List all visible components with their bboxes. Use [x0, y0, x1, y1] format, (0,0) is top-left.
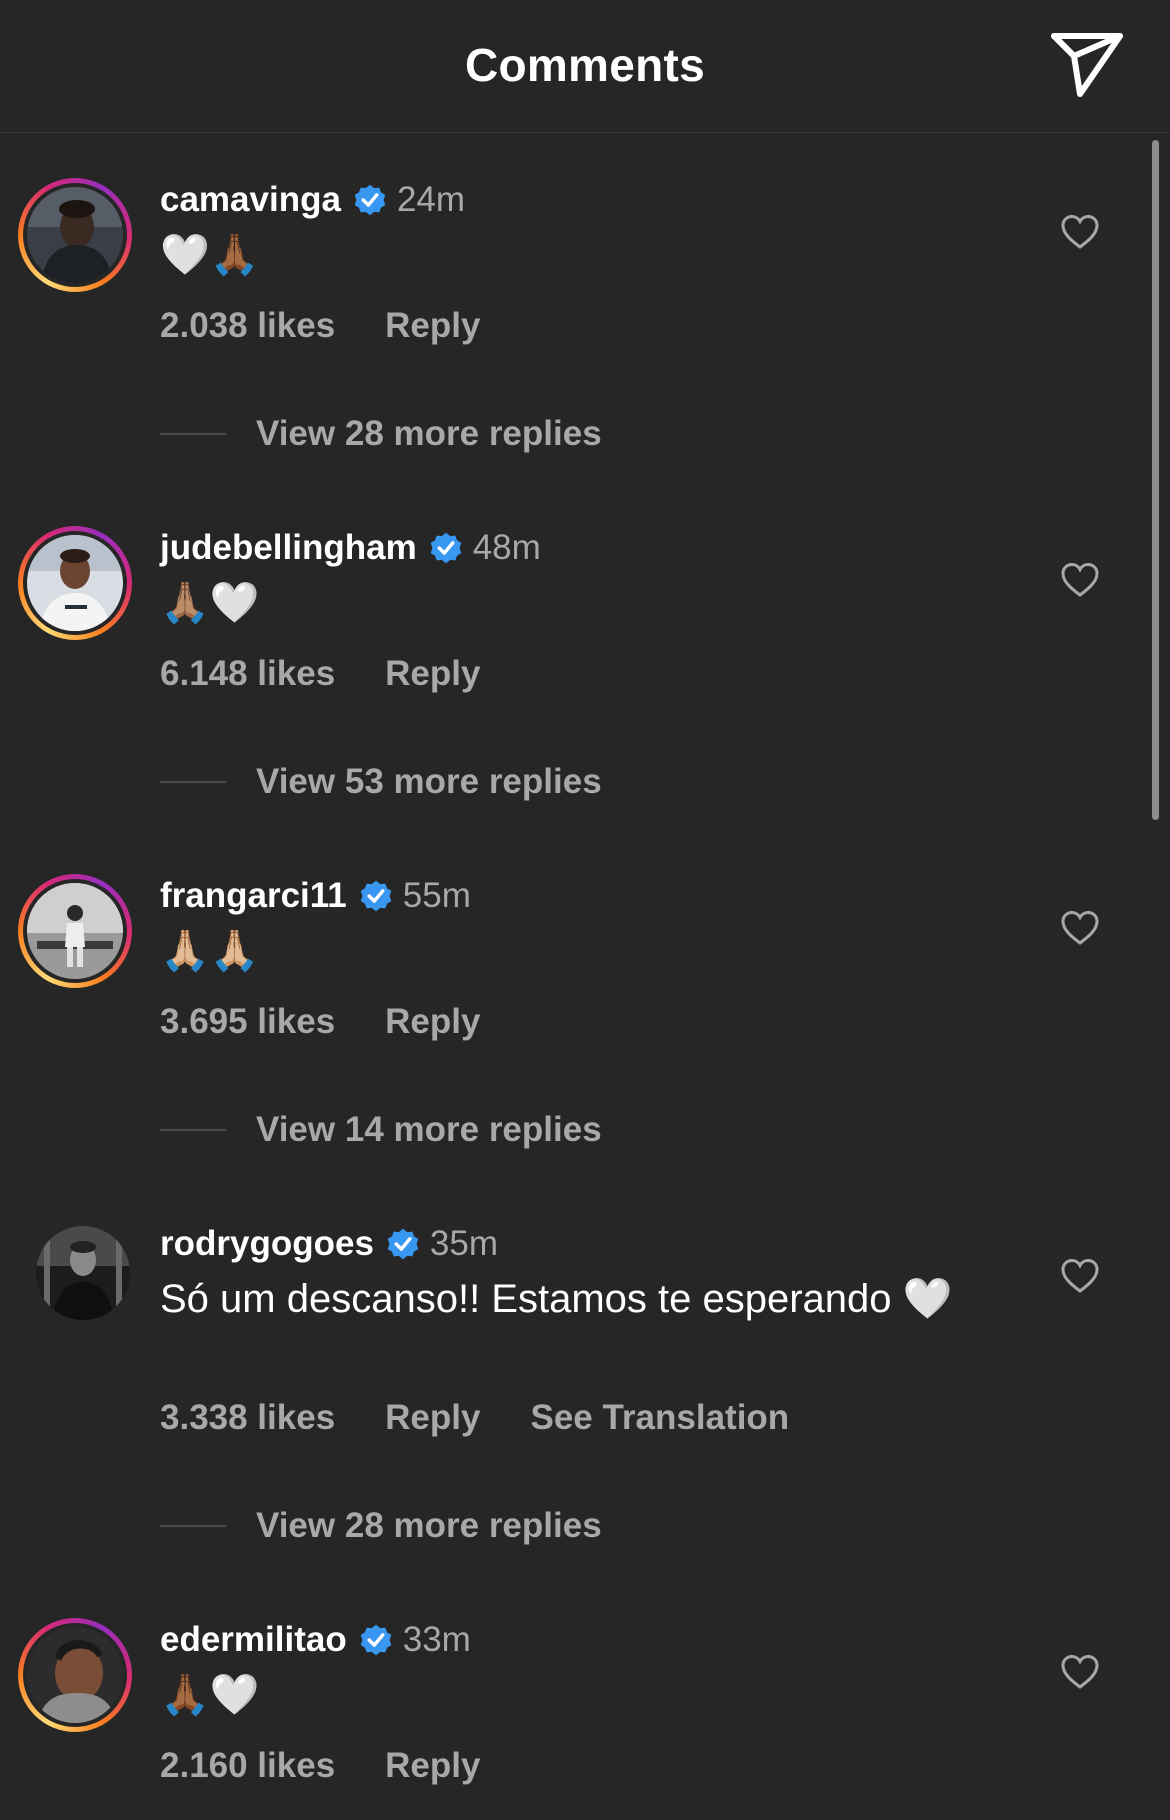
comment-header: camavinga 24m	[160, 178, 465, 222]
comment-item: edermilitao 33m 🙏🏾🤍 2.160 likes Reply	[0, 1618, 1140, 1818]
username[interactable]: frangarci11	[160, 876, 347, 916]
comment-item: rodrygogoes 35m Só um descanso!! Estamos…	[0, 1222, 1140, 1582]
story-ring[interactable]	[18, 178, 132, 292]
comment-actions: 2.160 likes Reply	[160, 1746, 530, 1786]
story-ring[interactable]	[18, 1618, 132, 1732]
verified-badge-icon	[354, 184, 386, 216]
view-replies-button[interactable]: View 28 more replies	[160, 1506, 602, 1546]
likes-count[interactable]: 6.148 likes	[160, 654, 335, 694]
view-replies-button[interactable]: View 53 more replies	[160, 762, 602, 802]
comment-text: 🤍🙏🏾	[160, 233, 260, 277]
comment-actions: 3.695 likes Reply	[160, 1002, 530, 1042]
reply-button[interactable]: Reply	[385, 654, 480, 694]
view-replies-label[interactable]: View 53 more replies	[256, 762, 602, 802]
reply-thread-line	[160, 1525, 226, 1527]
avatar[interactable]	[27, 883, 123, 979]
likes-count[interactable]: 3.695 likes	[160, 1002, 335, 1042]
reply-thread-line	[160, 433, 226, 435]
comment-header: edermilitao 33m	[160, 1618, 471, 1662]
reply-button[interactable]: Reply	[385, 306, 480, 346]
username[interactable]: camavinga	[160, 180, 341, 220]
reply-thread-line	[160, 781, 226, 783]
comment-item: camavinga 24m 🤍🙏🏾 2.038 likes Reply View…	[0, 178, 1140, 478]
view-replies-button[interactable]: View 14 more replies	[160, 1110, 602, 1150]
paper-plane-icon[interactable]	[1050, 30, 1126, 100]
comment-actions: 3.338 likes Reply See Translation	[160, 1398, 839, 1438]
reply-thread-line	[160, 1129, 226, 1131]
username[interactable]: judebellingham	[160, 528, 417, 568]
comment-time: 35m	[429, 1224, 499, 1263]
comment-time: 24m	[396, 180, 466, 219]
comment-text: 🙏🏽🤍	[160, 581, 260, 625]
comment-header: rodrygogoes 35m	[160, 1222, 498, 1266]
verified-badge-icon	[360, 1624, 392, 1656]
comment-text: Só um descanso!! Estamos te esperando 🤍	[160, 1277, 953, 1321]
view-replies-label[interactable]: View 14 more replies	[256, 1110, 602, 1150]
likes-count[interactable]: 2.160 likes	[160, 1746, 335, 1786]
avatar[interactable]	[27, 187, 123, 283]
comment-actions: 2.038 likes Reply	[160, 306, 530, 346]
page-title: Comments	[464, 39, 706, 91]
comment-actions: 6.148 likes Reply	[160, 654, 530, 694]
heart-icon[interactable]	[1060, 562, 1100, 598]
verified-badge-icon	[430, 532, 462, 564]
username[interactable]: rodrygogoes	[160, 1224, 374, 1264]
comment-header: frangarci11 55m	[160, 874, 471, 918]
comment-time: 55m	[402, 876, 471, 915]
comment-header: judebellingham 48m	[160, 526, 541, 570]
comment-text: 🙏🏾🤍	[160, 1673, 260, 1717]
comment-text: 🙏🏼🙏🏼	[160, 929, 260, 973]
comment-item: frangarci11 55m 🙏🏼🙏🏼 3.695 likes Reply V…	[0, 874, 1140, 1174]
reply-button[interactable]: Reply	[385, 1398, 480, 1438]
verified-badge-icon	[360, 880, 392, 912]
heart-icon[interactable]	[1060, 1258, 1100, 1294]
see-translation-button[interactable]: See Translation	[530, 1398, 789, 1438]
view-replies-label[interactable]: View 28 more replies	[256, 414, 602, 454]
story-ring[interactable]	[18, 526, 132, 640]
comment-item: judebellingham 48m 🙏🏽🤍 6.148 likes Reply…	[0, 526, 1140, 826]
username[interactable]: edermilitao	[160, 1620, 347, 1660]
view-replies-label[interactable]: View 28 more replies	[256, 1506, 602, 1546]
likes-count[interactable]: 2.038 likes	[160, 306, 335, 346]
header-bar: Comments	[0, 0, 1170, 133]
heart-icon[interactable]	[1060, 910, 1100, 946]
view-replies-button[interactable]: View 28 more replies	[160, 414, 602, 454]
avatar[interactable]	[36, 1226, 130, 1320]
heart-icon[interactable]	[1060, 1654, 1100, 1690]
avatar[interactable]	[27, 1627, 123, 1723]
comment-time: 33m	[402, 1620, 471, 1659]
comment-time: 48m	[472, 528, 541, 567]
avatar[interactable]	[27, 535, 123, 631]
reply-button[interactable]: Reply	[385, 1002, 480, 1042]
heart-icon[interactable]	[1060, 214, 1100, 250]
likes-count[interactable]: 3.338 likes	[160, 1398, 335, 1438]
story-ring[interactable]	[18, 874, 132, 988]
reply-button[interactable]: Reply	[385, 1746, 480, 1786]
scrollbar[interactable]	[1152, 140, 1159, 820]
verified-badge-icon	[387, 1228, 419, 1260]
